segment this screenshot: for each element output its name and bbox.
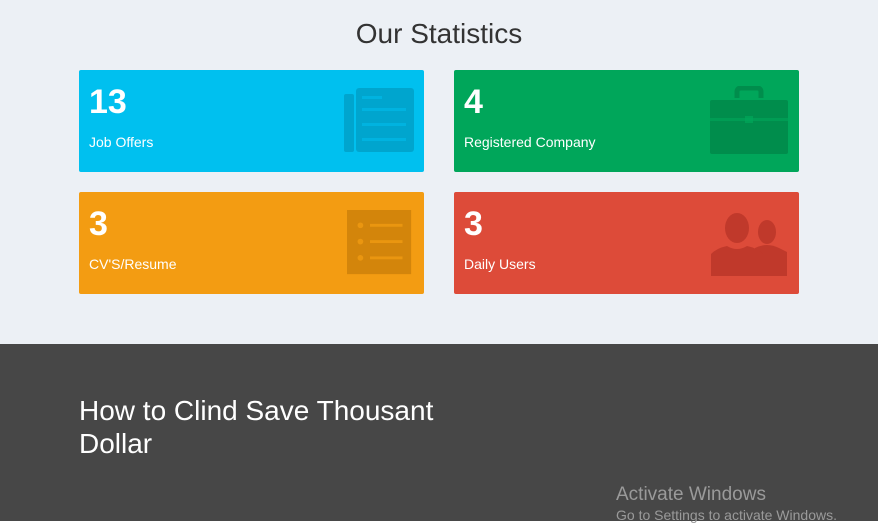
stat-box-daily-users[interactable]: 3 Daily Users (454, 192, 799, 294)
stat-value-daily-users: 3 (464, 205, 483, 243)
stat-box-job-offers[interactable]: 13 Job Offers (79, 70, 424, 172)
stat-box-registered-company[interactable]: 4 Registered Company (454, 70, 799, 172)
statistics-title: Our Statistics (355, 18, 523, 49)
list-icon (347, 210, 412, 275)
users-icon (711, 213, 787, 276)
stat-value-registered-company: 4 (464, 83, 483, 121)
statistics-section: Our Statistics 13 Job Offers 4 Registere… (0, 0, 878, 344)
stat-label-registered-company: Registered Company (464, 134, 596, 150)
stat-value-job-offers: 13 (89, 83, 127, 121)
watermark-subtitle: Go to Settings to activate Windows. (616, 507, 837, 523)
briefcase-icon (710, 86, 788, 154)
newspaper-icon (344, 88, 414, 152)
stat-label-daily-users: Daily Users (464, 256, 536, 272)
footer-heading: How to Clind Save Thousant Dollar (79, 395, 434, 459)
stat-value-cv-resume: 3 (89, 205, 108, 243)
stat-label-job-offers: Job Offers (89, 134, 154, 150)
stat-label-cv-resume: CV'S/Resume (89, 256, 177, 272)
stat-box-cv-resume[interactable]: 3 CV'S/Resume (79, 192, 424, 294)
activate-windows-watermark: Activate Windows Go to Settings to activ… (616, 484, 837, 524)
watermark-title: Activate Windows (616, 484, 766, 505)
